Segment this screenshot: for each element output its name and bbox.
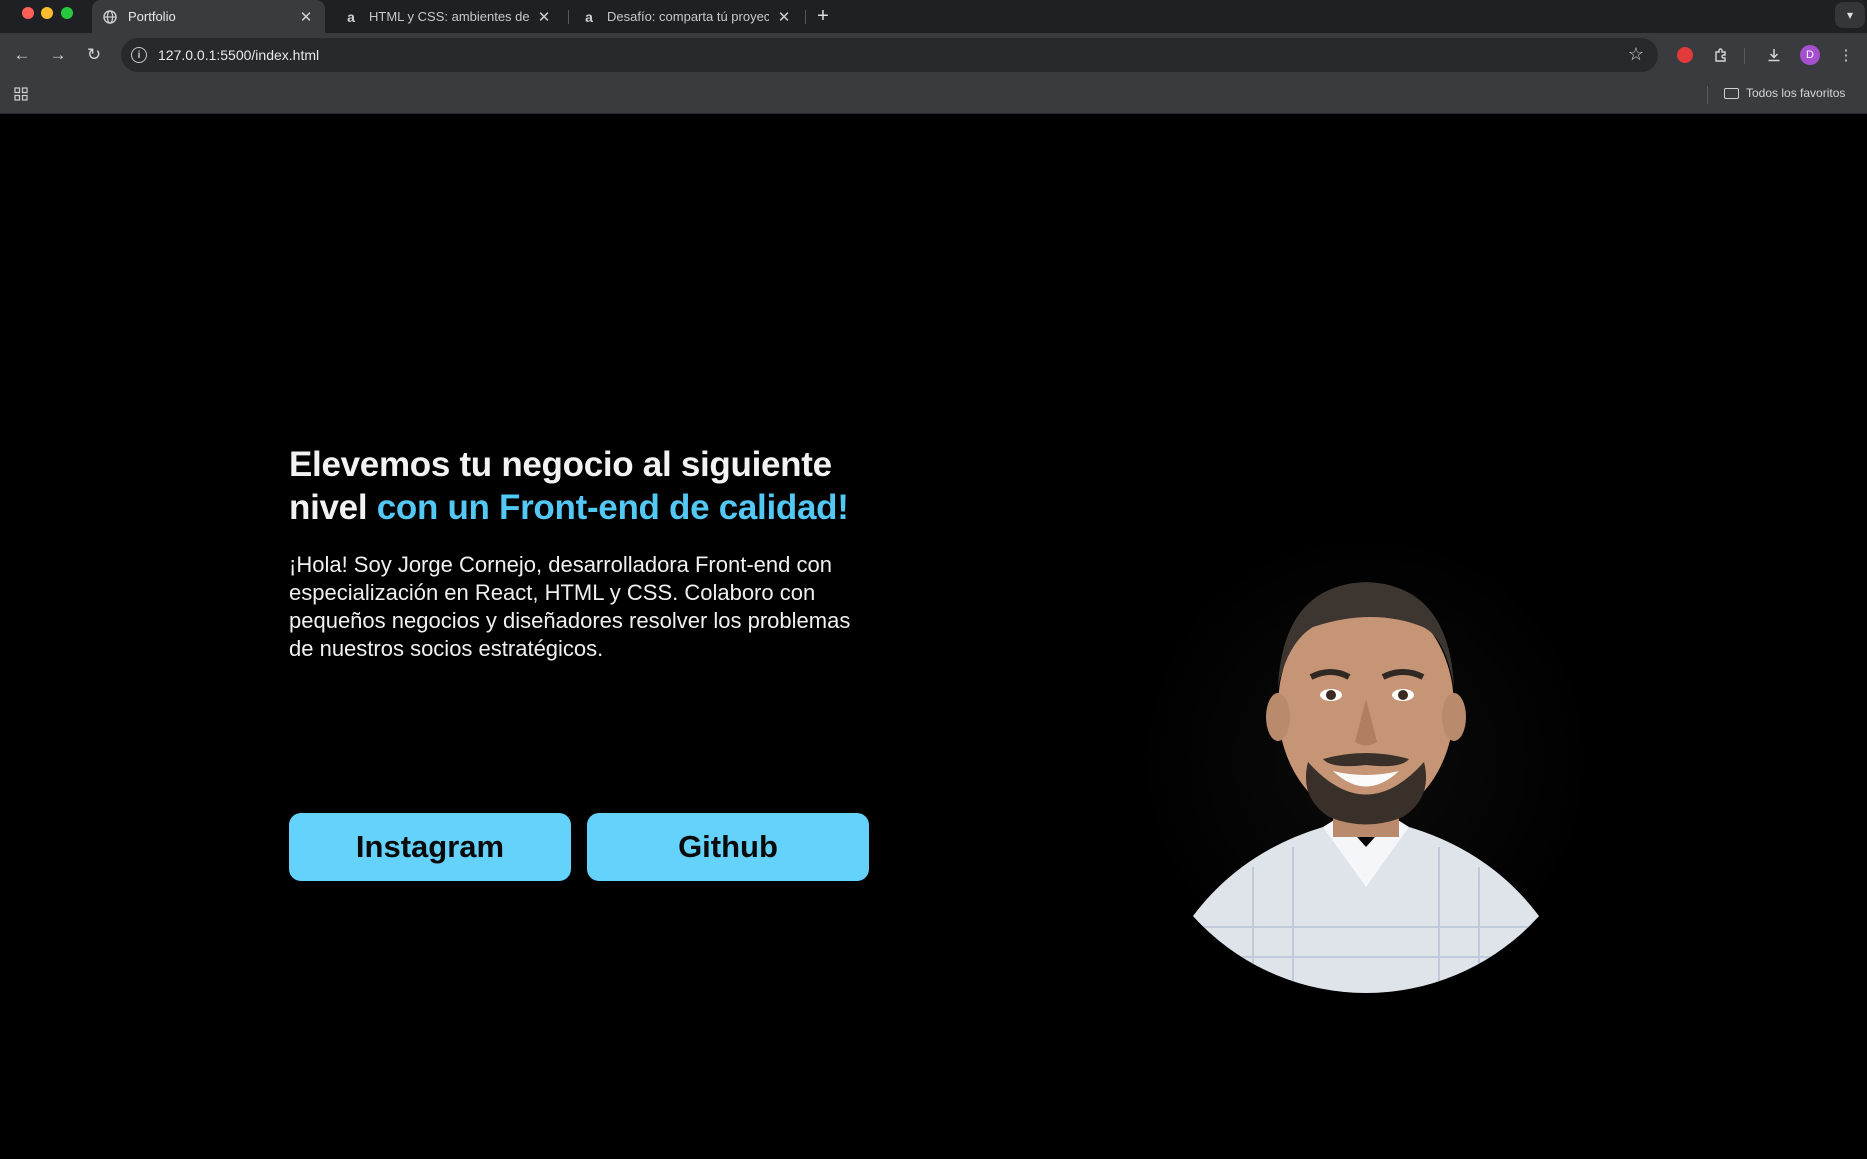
bookmarks-bar: Todos los favoritos — [0, 77, 1867, 114]
alura-icon: a — [347, 8, 355, 25]
close-tab-icon[interactable]: ✕ — [775, 8, 793, 26]
github-button[interactable]: Github — [587, 813, 869, 881]
close-tab-icon[interactable]: ✕ — [535, 8, 553, 26]
download-icon[interactable] — [1762, 43, 1786, 67]
close-window-button[interactable] — [22, 7, 34, 19]
headline-accent: con un Front-end de calidad! — [376, 488, 849, 527]
avatar: D — [1800, 45, 1820, 65]
globe-icon — [102, 9, 118, 25]
toolbar-divider — [1744, 48, 1745, 64]
minimize-window-button[interactable] — [41, 7, 53, 19]
apps-grid-icon[interactable] — [13, 86, 29, 102]
close-tab-icon[interactable]: ✕ — [297, 8, 315, 26]
bookmark-star-icon[interactable]: ☆ — [1628, 44, 1644, 65]
page-viewport: Elevemos tu negocio al siguiente nivel c… — [0, 114, 1867, 1159]
all-bookmarks-folder[interactable]: Todos los favoritos — [1724, 86, 1845, 100]
address-bar[interactable]: i 127.0.0.1:5500/index.html ☆ — [121, 38, 1658, 72]
puzzle-icon[interactable] — [1709, 43, 1733, 67]
maximize-window-button[interactable] — [61, 7, 73, 19]
tab-html-css[interactable]: a HTML y CSS: ambientes de desarrollo ✕ — [333, 0, 563, 33]
extension-icon[interactable] — [1673, 43, 1697, 67]
profile-avatar[interactable]: D — [1798, 43, 1822, 67]
new-tab-button[interactable]: + — [811, 4, 835, 28]
social-buttons: Instagram Github — [289, 813, 869, 881]
back-button[interactable]: ← — [9, 42, 35, 68]
tab-desafio[interactable]: a Desafío: comparta tú proyecto ✕ — [571, 0, 803, 33]
bookmarks-divider — [1707, 86, 1708, 104]
folder-icon — [1724, 87, 1739, 99]
hero-text: Elevemos tu negocio al siguiente nivel c… — [289, 443, 889, 663]
intro-paragraph: ¡Hola! Soy Jorge Cornejo, desarrolladora… — [289, 552, 851, 661]
tab-title: HTML y CSS: ambientes de desarrollo — [369, 9, 529, 24]
tab-strip: Portfolio ✕ a HTML y CSS: ambientes de d… — [0, 0, 1867, 33]
tab-divider — [568, 10, 569, 24]
forward-button[interactable]: → — [45, 42, 71, 68]
bookmarks-folder-label: Todos los favoritos — [1746, 86, 1846, 100]
site-info-icon[interactable]: i — [131, 47, 147, 63]
portrait-illustration — [1133, 582, 1599, 993]
tab-title: Portfolio — [128, 9, 176, 24]
alura-icon: a — [585, 8, 593, 25]
page-title: Elevemos tu negocio al siguiente nivel c… — [289, 443, 889, 529]
kebab-menu-icon[interactable]: ⋮ — [1834, 43, 1858, 67]
browser-toolbar: ← → ↻ i 127.0.0.1:5500/index.html ☆ D ⋮ — [0, 33, 1867, 77]
tab-divider — [805, 10, 806, 24]
tab-title: Desafío: comparta tú proyecto — [607, 9, 769, 24]
tab-portfolio[interactable]: Portfolio ✕ — [92, 0, 325, 33]
reload-button[interactable]: ↻ — [81, 42, 107, 68]
instagram-button[interactable]: Instagram — [289, 813, 571, 881]
profile-photo — [1133, 527, 1599, 993]
browser-window: Portfolio ✕ a HTML y CSS: ambientes de d… — [0, 0, 1867, 1159]
chevron-down-icon[interactable]: ▾ — [1835, 2, 1865, 28]
url-text: 127.0.0.1:5500/index.html — [158, 47, 320, 63]
